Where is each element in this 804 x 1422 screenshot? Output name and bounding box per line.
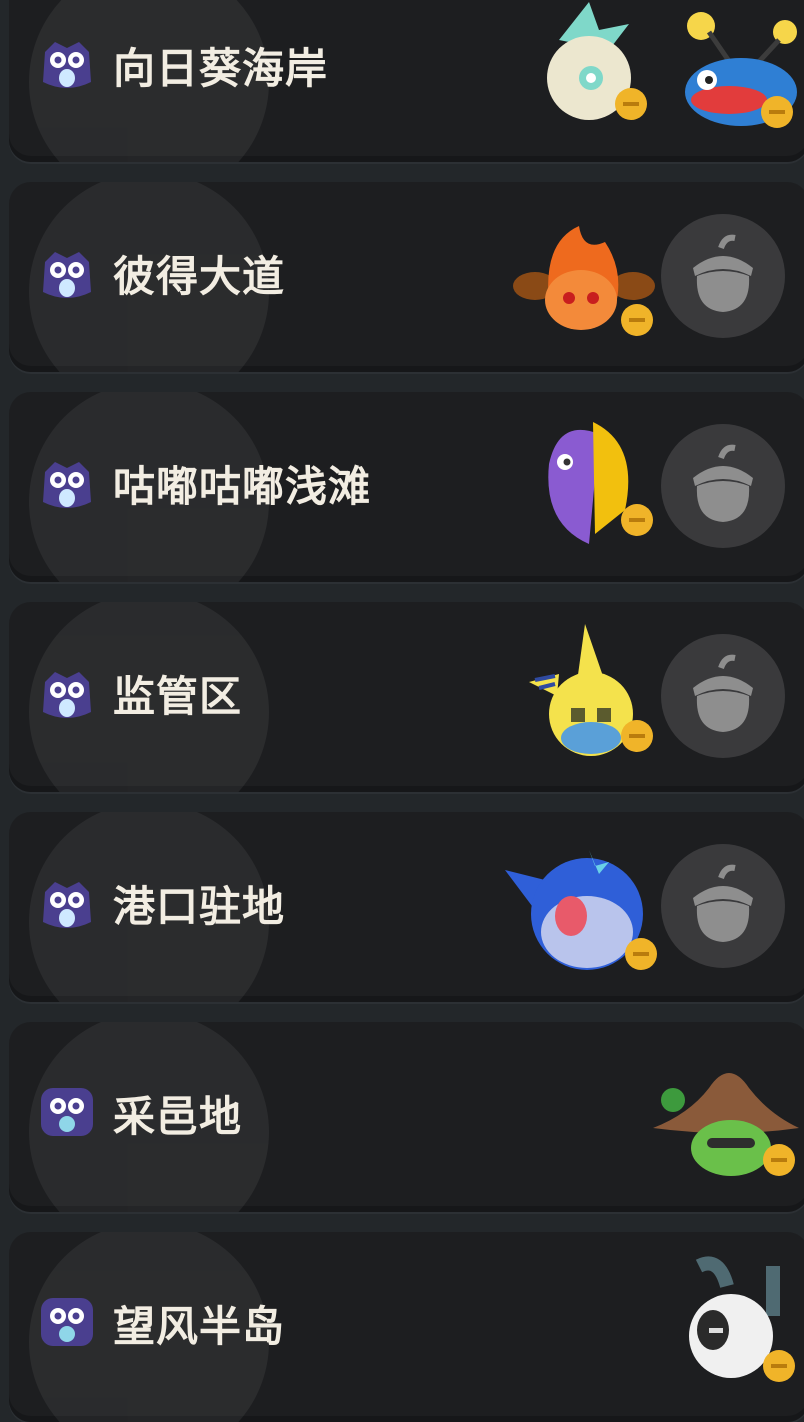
region-name: 向日葵海岸 bbox=[113, 44, 329, 93]
region-row[interactable]: 监管区 bbox=[9, 602, 804, 792]
owl-icon bbox=[43, 672, 91, 718]
locked-acorn-slot-icon[interactable] bbox=[661, 634, 785, 758]
blue-bird-creature-icon bbox=[505, 850, 657, 970]
region-name: 咕嘟咕嘟浅滩 bbox=[113, 462, 372, 511]
antenna-fish-creature-icon bbox=[685, 12, 797, 128]
owl-icon bbox=[43, 252, 91, 298]
toucan-creature-icon bbox=[548, 422, 653, 544]
region-name: 彼得大道 bbox=[113, 252, 286, 301]
region-name: 望风半岛 bbox=[113, 1302, 286, 1351]
region-list: 向日葵海岸 彼得大道 咕嘟咕嘟浅滩 监管区 港口驻地 采邑地 望风半岛 bbox=[0, 0, 804, 1422]
region-row[interactable]: 望风半岛 bbox=[9, 1232, 804, 1422]
locked-acorn-slot-icon[interactable] bbox=[661, 424, 785, 548]
region-name: 监管区 bbox=[113, 672, 243, 721]
locked-acorn-slot-icon[interactable] bbox=[661, 214, 785, 338]
region-name: 港口驻地 bbox=[113, 882, 286, 931]
region-row[interactable]: 咕嘟咕嘟浅滩 bbox=[9, 392, 804, 582]
owl-framed-icon bbox=[41, 1088, 93, 1136]
robot-panda-creature-icon bbox=[689, 1256, 795, 1382]
region-row[interactable]: 采邑地 bbox=[9, 1022, 804, 1212]
owl-icon bbox=[43, 882, 91, 928]
owl-framed-icon bbox=[41, 1298, 93, 1346]
locked-acorn-slot-icon[interactable] bbox=[661, 844, 785, 968]
owl-icon bbox=[43, 462, 91, 508]
region-name: 采邑地 bbox=[113, 1092, 243, 1141]
horned-yellow-creature-icon bbox=[529, 624, 653, 756]
crested-shell-creature-icon bbox=[547, 2, 647, 120]
flame-ram-creature-icon bbox=[513, 226, 655, 336]
region-row[interactable]: 彼得大道 bbox=[9, 182, 804, 372]
region-row[interactable]: 港口驻地 bbox=[9, 812, 804, 1002]
region-row[interactable]: 向日葵海岸 bbox=[9, 0, 804, 162]
hat-frog-creature-icon bbox=[653, 1073, 799, 1176]
owl-icon bbox=[43, 42, 91, 88]
